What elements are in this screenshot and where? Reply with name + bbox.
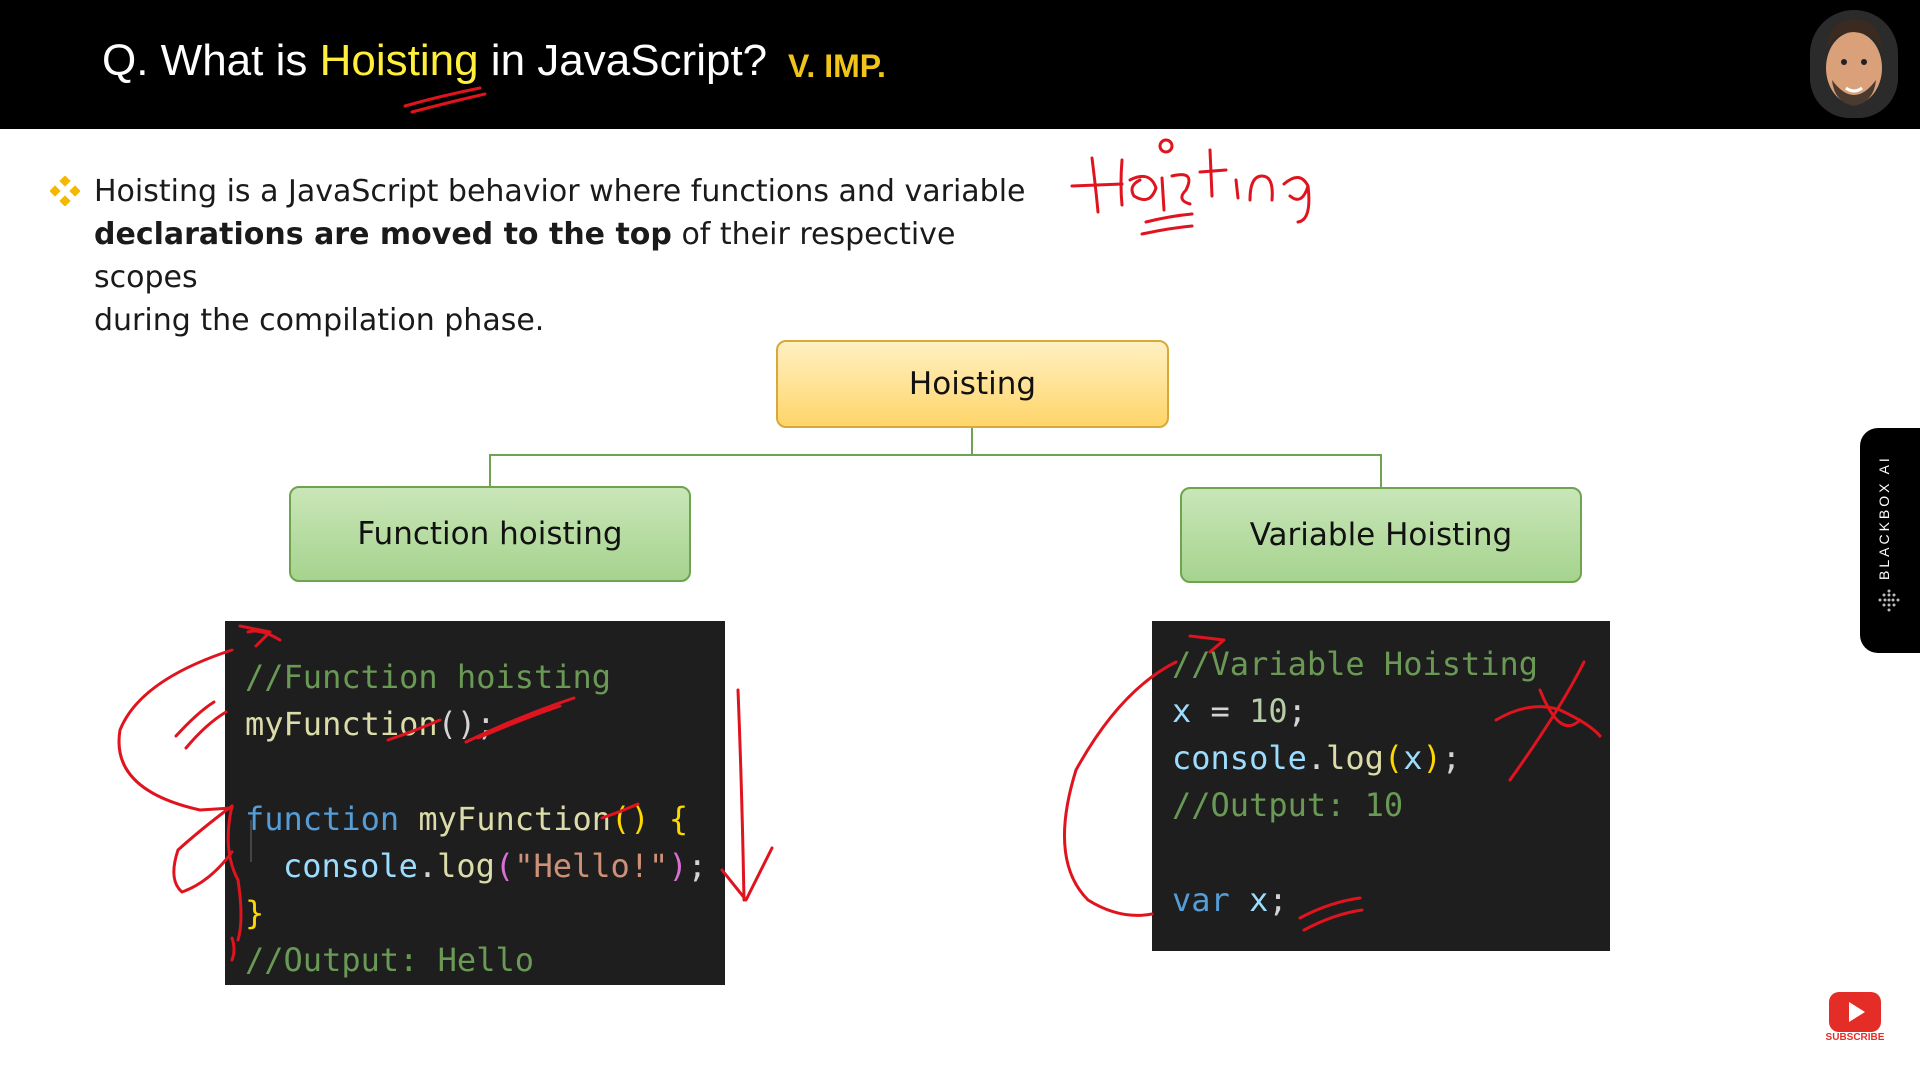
function-call: myFunction — [245, 705, 438, 743]
diagram-root-box: Hoisting — [776, 340, 1169, 428]
function-name: myFunction — [418, 800, 612, 838]
console-object: console — [1172, 739, 1307, 777]
subscribe-label: SUBSCRIBE — [1825, 1032, 1885, 1043]
function-hoisting-code: //Function hoisting myFunction(); functi… — [225, 621, 725, 985]
code-line: //Output: 10 — [1172, 783, 1403, 827]
declared-variable: x — [1249, 881, 1269, 919]
code-line: //Variable Hoisting — [1172, 642, 1538, 686]
string-literal: "Hello!" — [514, 847, 669, 885]
dot: . — [417, 847, 438, 885]
code-line: var x; — [1172, 878, 1288, 922]
output-comment: //Output: 10 — [1172, 786, 1404, 824]
variable-x: x — [1172, 692, 1192, 730]
code-line: console.log(x); — [1172, 736, 1461, 780]
code-line: function myFunction() { — [245, 797, 688, 841]
variable-hoisting-box: Variable Hoisting — [1180, 487, 1582, 583]
indent-guide — [250, 820, 252, 862]
var-keyword: var — [1172, 881, 1230, 919]
blackbox-logo-icon — [1878, 589, 1900, 612]
code-comment: //Function hoisting — [245, 658, 612, 696]
semicolon: ; — [1441, 739, 1461, 777]
code-line: } — [245, 891, 264, 935]
code-line: myFunction(); — [245, 702, 495, 746]
function-parens: () — [611, 800, 650, 838]
close-paren: ) — [668, 847, 688, 885]
code-line: x = 10; — [1172, 689, 1307, 733]
open-paren: ( — [494, 847, 515, 885]
blackbox-label: BLACKBOX AI — [1876, 455, 1892, 580]
open-brace: { — [668, 800, 689, 838]
semicolon: ; — [687, 847, 707, 885]
assign-operator: = — [1191, 692, 1250, 730]
log-method: log — [1326, 739, 1384, 777]
number-literal: 10 — [1249, 692, 1288, 730]
variable-hoisting-code: //Variable Hoisting x = 10; console.log(… — [1152, 621, 1610, 951]
log-method: log — [437, 847, 495, 885]
semicolon: ; — [1287, 692, 1307, 730]
close-paren: ) — [1422, 739, 1442, 777]
output-comment: //Output: Hello — [245, 941, 534, 979]
code-line: //Function hoisting — [245, 655, 611, 699]
call-punctuation: (); — [437, 705, 496, 743]
close-brace: } — [245, 894, 265, 932]
semicolon: ; — [1268, 881, 1288, 919]
code-line: //Output: Hello — [245, 938, 534, 982]
function-hoisting-box: Function hoisting — [289, 486, 691, 582]
code-comment: //Variable Hoisting — [1172, 645, 1539, 683]
function-keyword: function — [245, 800, 400, 838]
log-argument: x — [1403, 739, 1423, 777]
console-object: console — [283, 847, 418, 885]
open-paren: ( — [1383, 739, 1404, 777]
dot: . — [1306, 739, 1327, 777]
code-line: console.log("Hello!"); — [283, 844, 707, 888]
